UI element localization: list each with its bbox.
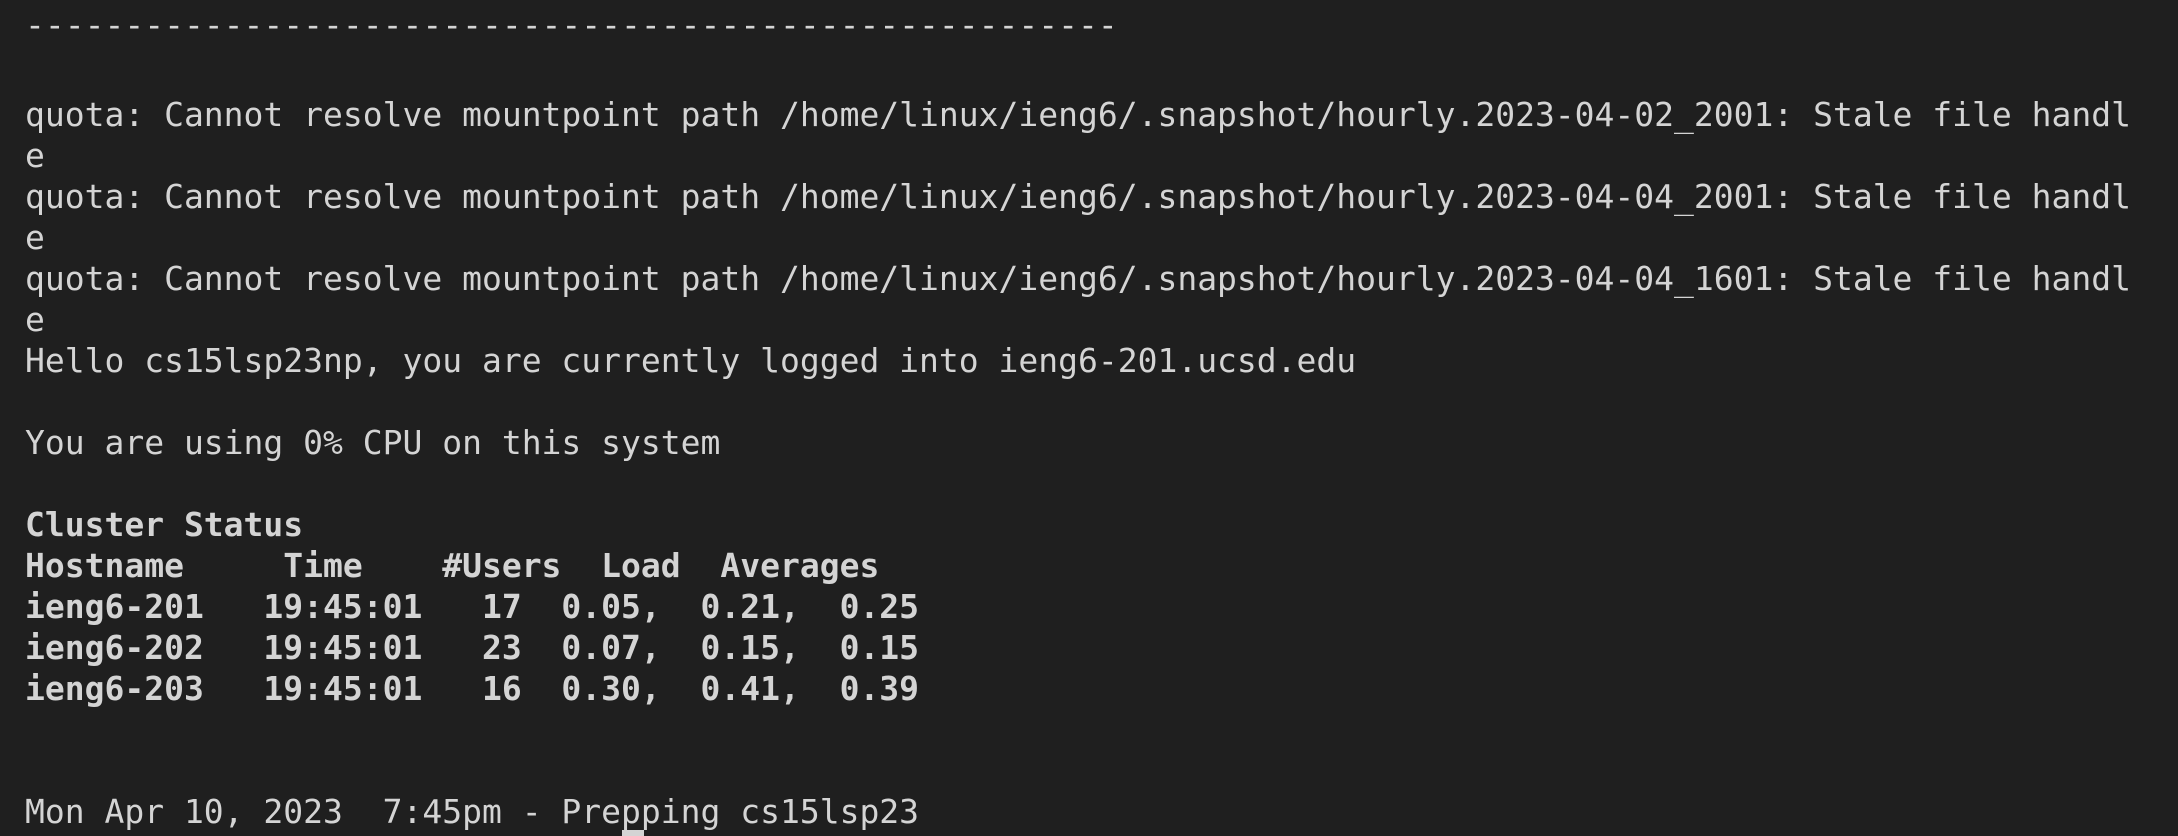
quota-error-wrap: e — [25, 300, 45, 339]
quota-error-line: quota: Cannot resolve mountpoint path /h… — [25, 95, 2131, 134]
terminal-window[interactable]: ----------------------------------------… — [0, 0, 2178, 836]
cluster-row-text: ieng6-201 19:45:01 17 0.05, 0.21, 0.25 — [25, 587, 920, 626]
text-cursor — [622, 830, 644, 836]
cluster-row-text: ieng6-202 19:45:01 23 0.07, 0.15, 0.15 — [25, 628, 920, 667]
cluster-table-row: ieng6-203 19:45:01 16 0.30, 0.41, 0.39 — [25, 669, 919, 709]
quota-error-wrap: e — [25, 218, 45, 257]
cluster-status-title: Cluster Status — [25, 505, 304, 544]
date-status-footer: Mon Apr 10, 2023 7:45pm - Prepping cs15l… — [25, 792, 920, 831]
quota-error-line: quota: Cannot resolve mountpoint path /h… — [25, 259, 2131, 298]
cluster-table-row: ieng6-202 19:45:01 23 0.07, 0.15, 0.15 — [25, 628, 919, 668]
login-greeting: Hello cs15lsp23np, you are currently log… — [25, 341, 1357, 380]
cluster-table-row: ieng6-201 19:45:01 17 0.05, 0.21, 0.25 — [25, 587, 919, 627]
separator-rule: ----------------------------------------… — [25, 5, 1118, 44]
quota-error-line: quota: Cannot resolve mountpoint path /h… — [25, 177, 2131, 216]
cpu-usage-line: You are using 0% CPU on this system — [25, 423, 721, 462]
cluster-row-text: ieng6-203 19:45:01 16 0.30, 0.41, 0.39 — [25, 669, 920, 708]
quota-error-wrap: e — [25, 136, 45, 175]
cluster-table-header: Hostname Time #Users Load Averages — [25, 546, 880, 585]
